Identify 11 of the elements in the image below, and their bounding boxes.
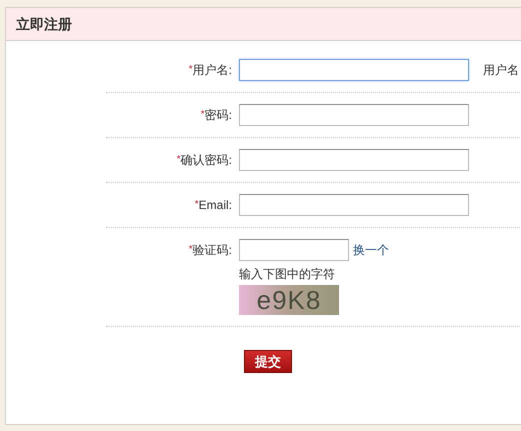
captcha-image: e9K8 [239, 285, 339, 315]
submit-button[interactable]: 提交 [244, 350, 292, 374]
field-label: *密码: [200, 107, 233, 124]
hint-text: 用户名 [483, 62, 519, 79]
field-label: *用户名: [188, 62, 233, 79]
captcha-instruction: 输入下图中的字符 [239, 266, 336, 282]
field-label: *验证码: [188, 242, 233, 259]
refresh-captcha-link[interactable]: 换一个 [353, 241, 389, 259]
field-label: *Email: [194, 197, 233, 214]
field-label: *确认密码: [176, 152, 233, 169]
panel-title: 立即注册 [16, 14, 72, 34]
